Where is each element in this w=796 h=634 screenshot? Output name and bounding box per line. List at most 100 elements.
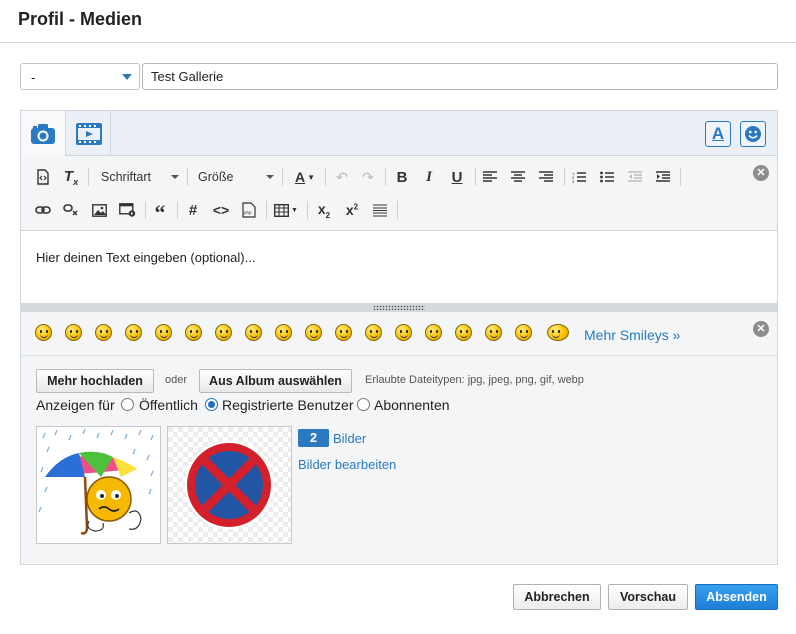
text-format-button[interactable]: A bbox=[705, 121, 731, 147]
close-icon: ✕ bbox=[756, 323, 766, 335]
tab-photos[interactable] bbox=[21, 111, 66, 156]
align-left-button[interactable] bbox=[479, 166, 501, 188]
quote-button[interactable]: “ bbox=[149, 199, 171, 224]
image-thumbnail[interactable] bbox=[36, 426, 161, 544]
smiley-bar: Mehr Smileys » ✕ bbox=[21, 312, 777, 356]
smiley-button[interactable] bbox=[740, 121, 766, 147]
toolbar-close-button[interactable]: ✕ bbox=[753, 165, 769, 181]
smiley-icon[interactable] bbox=[365, 324, 382, 341]
unlink-icon bbox=[63, 204, 78, 216]
indent-button[interactable] bbox=[652, 166, 674, 188]
radio-registered-users[interactable] bbox=[205, 398, 218, 411]
preview-button[interactable]: Vorschau bbox=[608, 584, 688, 610]
smiley-icon[interactable] bbox=[275, 324, 292, 341]
undo-icon: ↶ bbox=[336, 168, 348, 185]
align-center-button[interactable] bbox=[507, 166, 529, 188]
code-button[interactable]: <> bbox=[210, 199, 232, 221]
link-button[interactable] bbox=[32, 199, 54, 221]
bold-icon: B bbox=[396, 168, 408, 186]
horizontal-rule-button[interactable] bbox=[369, 199, 391, 221]
message-textarea[interactable]: Hier deinen Text eingeben (optional)... bbox=[21, 231, 777, 303]
chevron-down-icon: ▼ bbox=[307, 172, 316, 182]
radio-registered-users-label: Registrierte Benutzer bbox=[222, 397, 354, 413]
numbered-list-icon: 123 bbox=[572, 171, 586, 183]
header: Profil - Medien bbox=[0, 0, 796, 43]
smiley-icon[interactable] bbox=[395, 324, 412, 341]
text-color-button[interactable]: A ▼ bbox=[291, 166, 319, 188]
italic-icon: I bbox=[426, 168, 432, 185]
gallery-title-input[interactable] bbox=[142, 63, 778, 90]
underline-button[interactable]: U bbox=[446, 166, 468, 188]
editor-toolbar: Tx Schriftart Größe A ▼ ↶ ↷ B I U 1 2 3 … bbox=[21, 156, 777, 231]
smiley-icon[interactable] bbox=[95, 324, 112, 341]
align-right-button[interactable] bbox=[535, 166, 557, 188]
smiley-icon[interactable] bbox=[65, 324, 82, 341]
smiley-icon[interactable] bbox=[305, 324, 322, 341]
bold-button[interactable]: B bbox=[391, 166, 413, 188]
select-from-album-button[interactable]: Aus Album auswählen bbox=[199, 369, 352, 393]
help-smiley-icon[interactable] bbox=[547, 324, 569, 341]
bullet-list-button[interactable] bbox=[596, 166, 618, 188]
font-family-dropdown[interactable]: Schriftart bbox=[101, 166, 179, 188]
editor-resize-handle[interactable] bbox=[21, 303, 777, 312]
subscript-button[interactable]: x2 bbox=[313, 199, 335, 221]
smiley-icon[interactable] bbox=[335, 324, 352, 341]
php-icon: php bbox=[242, 202, 256, 218]
close-icon: ✕ bbox=[756, 167, 766, 179]
image-thumbnail[interactable] bbox=[167, 426, 292, 544]
smiley-icon[interactable] bbox=[155, 324, 172, 341]
submit-button[interactable]: Absenden bbox=[695, 584, 778, 610]
smiley-icon[interactable] bbox=[245, 324, 262, 341]
font-size-dropdown[interactable]: Größe bbox=[198, 166, 274, 188]
radio-subscribers[interactable] bbox=[357, 398, 370, 411]
question-smiley-icon[interactable] bbox=[425, 324, 442, 341]
more-smileys-link[interactable]: Mehr Smileys » bbox=[584, 327, 680, 343]
text-format-icon: A bbox=[711, 124, 725, 143]
superscript-button[interactable]: x2 bbox=[341, 199, 363, 221]
align-center-icon bbox=[511, 171, 525, 182]
bullet-list-icon bbox=[600, 171, 614, 183]
outdent-button[interactable] bbox=[624, 166, 646, 188]
link-icon bbox=[35, 206, 51, 214]
unlink-button[interactable] bbox=[60, 199, 82, 221]
align-right-icon bbox=[539, 171, 553, 182]
undo-button[interactable]: ↶ bbox=[331, 166, 353, 188]
smiley-icon[interactable] bbox=[215, 324, 232, 341]
remove-format-button[interactable]: Tx bbox=[60, 166, 82, 188]
image-button[interactable] bbox=[88, 199, 110, 221]
subscript-icon: x2 bbox=[317, 200, 331, 220]
radio-public[interactable] bbox=[121, 398, 134, 411]
hashtag-icon: # bbox=[188, 201, 198, 219]
edit-images-link[interactable]: Bilder bearbeiten bbox=[298, 457, 396, 472]
php-button[interactable]: php bbox=[238, 199, 260, 221]
italic-button[interactable]: I bbox=[418, 166, 440, 188]
idea-smiley-icon[interactable] bbox=[515, 324, 532, 341]
album-select[interactable]: - bbox=[20, 63, 140, 90]
image-count-badge: 2 bbox=[298, 429, 329, 447]
cancel-button[interactable]: Abbrechen bbox=[513, 584, 601, 610]
svg-text:php: php bbox=[244, 210, 252, 215]
source-button[interactable] bbox=[32, 166, 54, 188]
arrow-smiley-icon[interactable] bbox=[485, 324, 502, 341]
media-tabs: A bbox=[21, 111, 777, 156]
tab-videos[interactable] bbox=[67, 111, 111, 156]
exclamation-smiley-icon[interactable] bbox=[455, 324, 472, 341]
font-family-label: Schriftart bbox=[101, 170, 152, 184]
numbered-list-button[interactable]: 123 bbox=[568, 166, 590, 188]
hashtag-button[interactable]: # bbox=[182, 199, 204, 221]
remove-format-icon: Tx bbox=[63, 167, 79, 187]
table-icon bbox=[274, 203, 290, 217]
media-embed-button[interactable] bbox=[116, 199, 138, 221]
smiley-icon[interactable] bbox=[185, 324, 202, 341]
smiley-close-button[interactable]: ✕ bbox=[753, 321, 769, 337]
outdent-icon bbox=[628, 171, 642, 182]
or-label: oder bbox=[165, 374, 188, 386]
upload-more-button[interactable]: Mehr hochladen bbox=[36, 369, 154, 393]
smiley-icon[interactable] bbox=[35, 324, 52, 341]
table-button[interactable]: ▼ bbox=[271, 199, 301, 221]
smiley-icon[interactable] bbox=[125, 324, 142, 341]
page-title: Profil - Medien bbox=[18, 9, 143, 29]
smiley-icon bbox=[745, 126, 761, 142]
images-link[interactable]: Bilder bbox=[333, 431, 366, 446]
redo-button[interactable]: ↷ bbox=[357, 166, 379, 188]
